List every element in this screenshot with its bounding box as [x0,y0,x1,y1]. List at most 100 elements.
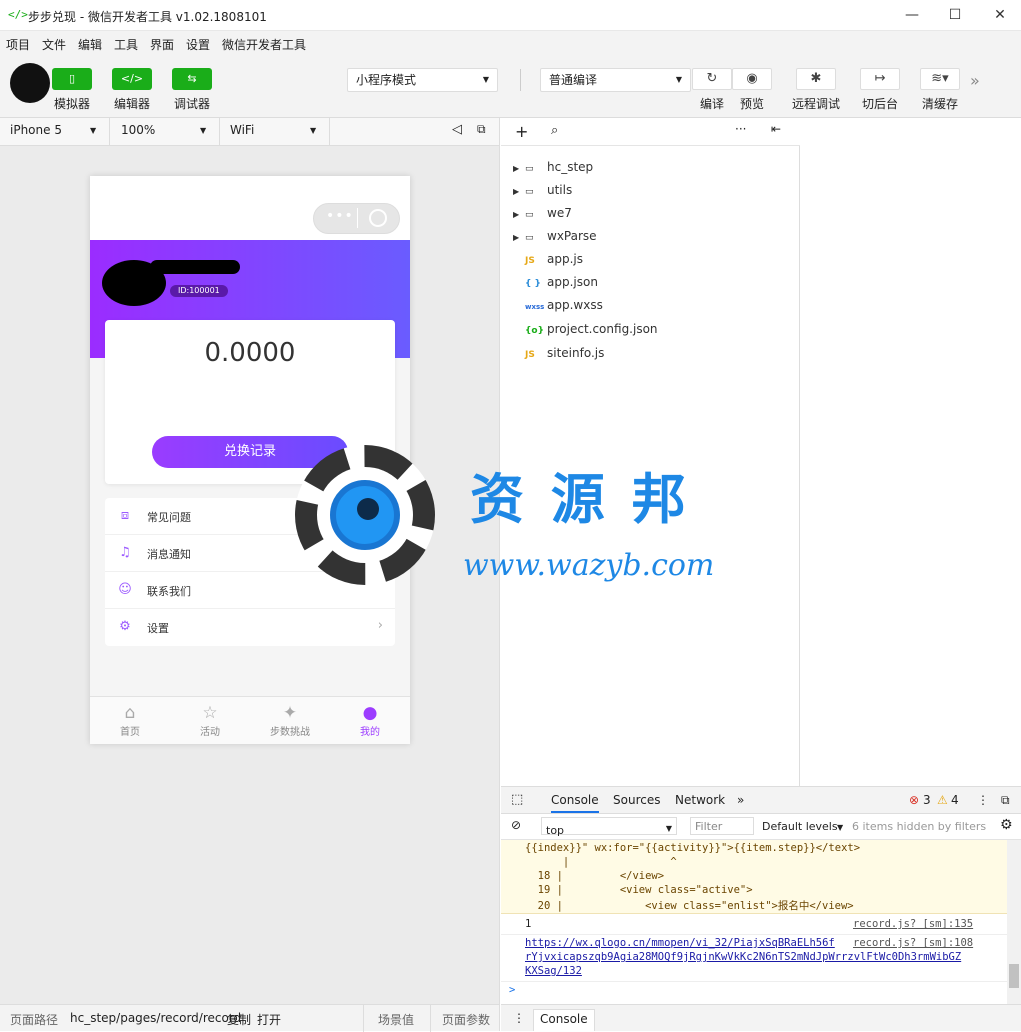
compile-button[interactable]: ↻ [692,68,732,90]
copy-link[interactable]: 复制 [227,1011,251,1028]
menu-item-project[interactable]: 项目 [6,36,30,53]
simulator-toggle-button[interactable]: ▯ [52,68,92,90]
compile-mode-select[interactable]: 普通编译 ▼ [540,68,691,92]
tree-item-file[interactable]: JS app.js [513,250,583,268]
log-url-line[interactable]: KXSag/132 [525,965,582,977]
console-scrollbar[interactable] [1007,840,1021,1004]
log-levels-select[interactable]: Default levels [762,820,838,833]
toolbar-more-icon[interactable]: » [970,71,980,90]
menu-item-view[interactable]: 界面 [150,36,174,53]
more-icon[interactable]: ··· [735,122,746,136]
tab-step-challenge[interactable]: ✦ 步数挑战 [250,697,330,744]
error-line: 18 | </view> [525,870,665,882]
tab-sources[interactable]: Sources [613,793,660,807]
menu-item-label: 联系我们 [147,585,191,598]
error-line: 20 | <view class="enlist">报名中</view> [525,900,854,912]
tree-item-folder[interactable]: ▶ ▭ hc_step [513,158,593,176]
close-mini-program-icon[interactable] [369,209,387,227]
more-tabs-icon[interactable]: » [737,793,744,807]
collapse-panel-icon[interactable]: ⇤ [771,122,781,136]
divider [109,118,110,146]
network-select[interactable]: WiFi [230,123,254,137]
tree-item-folder[interactable]: ▶ ▭ utils [513,181,572,199]
close-button[interactable]: ✕ [990,6,1010,24]
page-params-button[interactable]: 页面参数 [442,1011,490,1028]
drawer-menu-icon[interactable]: ⋮ [513,1011,525,1025]
context-select[interactable]: top ▼ [541,817,677,837]
log-url-line[interactable]: rYjvxicapszqb9Agia28MOQf9jRgjnKwVkKc2N6n… [525,951,961,963]
mute-icon[interactable]: ◁ [452,122,462,137]
compile-mode-value: 普通编译 [549,73,598,87]
add-file-icon[interactable]: + [515,122,528,141]
tab-console[interactable]: Console [551,793,599,813]
run-icon: ✦ [282,703,298,723]
tab-activity[interactable]: ☆ 活动 [170,697,250,744]
inspect-icon[interactable]: ⬚ [511,792,523,807]
file-name: app.json [547,275,598,289]
warning-count[interactable]: 4 [951,793,959,807]
background-button[interactable]: ↦ [860,68,900,90]
minimize-button[interactable]: — [902,6,922,24]
log-source-link[interactable]: record.js? [sm]:135 [853,918,973,930]
log-source-link[interactable]: record.js? [sm]:108 [853,937,973,949]
dock-icon[interactable]: ⧉ [1001,793,1010,808]
remote-debug-button[interactable]: ✱ [796,68,836,90]
console-settings-icon[interactable]: ⚙ [1000,817,1013,833]
folder-icon: ▭ [525,233,534,243]
tree-item-file[interactable]: JS siteinfo.js [513,344,604,362]
open-link[interactable]: 打开 [257,1011,281,1028]
folder-icon: ▭ [525,164,534,174]
search-icon[interactable]: ⌕ [551,123,558,138]
scene-value-button[interactable]: 场景值 [378,1011,414,1028]
pupil [357,498,379,520]
tab-mine[interactable]: ● 我的 [330,697,410,744]
clear-cache-button[interactable]: ≋▾ [920,68,960,90]
mode-select-value: 小程序模式 [356,73,417,87]
zoom-select[interactable]: 100% [121,123,155,137]
folder-icon: ▭ [525,210,534,220]
eye-icon: ◉ [746,71,758,86]
error-count[interactable]: 3 [923,793,931,807]
detach-window-icon[interactable]: ⧉ [477,122,486,137]
more-dots-icon[interactable]: ••• [326,208,354,224]
menu-item-settings[interactable]: ⚙ 设置 › [105,609,395,646]
error-icon: ⊗ [909,793,920,807]
menu-item-devtools[interactable]: 微信开发者工具 [222,36,306,53]
preview-button[interactable]: ◉ [732,68,772,90]
menu-item-tools[interactable]: 工具 [114,36,138,53]
tree-item-file[interactable]: { } app.json [513,273,598,291]
user-id-badge: ID:100001 [170,285,228,297]
tab-home[interactable]: ⌂ 首页 [90,697,170,744]
tab-label: 首页 [120,727,140,738]
editor-toggle-button[interactable]: </> [112,68,152,90]
tree-item-file[interactable]: {o} project.config.json [513,320,658,338]
star-icon: ☆ [202,703,218,723]
drawer-tab-console[interactable]: Console [533,1009,595,1031]
device-select[interactable]: iPhone 5 [10,123,62,137]
file-tree-toolbar: + ⌕ ··· ⇤ [501,118,800,146]
filter-input[interactable]: Filter [690,817,754,835]
tab-network[interactable]: Network [675,793,725,807]
file-name: wxParse [547,229,597,243]
tree-item-folder[interactable]: ▶ ▭ wxParse [513,227,597,245]
console-prompt[interactable]: > [509,984,515,996]
menu-item-file[interactable]: 文件 [42,36,66,53]
kebab-menu-icon[interactable]: ⋮ [977,793,989,807]
clear-console-icon[interactable]: ⊘ [511,818,521,832]
title-bar: </> 步步兑现 - 微信开发者工具 v1.02.1808101 — ☐ ✕ [0,0,1021,31]
avatar[interactable] [10,63,50,103]
log-url-line[interactable]: https://wx.qlogo.cn/mmopen/vi_32/PiajxSq… [525,937,835,949]
menu-item-edit[interactable]: 编辑 [78,36,102,53]
menu-item-settings[interactable]: 设置 [186,36,210,53]
tab-label: 活动 [200,727,220,738]
debugger-toggle-button[interactable]: ⇆ [172,68,212,90]
faq-icon: ⧈ [120,508,130,523]
editor-pane [800,118,1021,786]
tab-label: 步数挑战 [270,727,310,738]
mode-select[interactable]: 小程序模式 ▼ [347,68,498,92]
scrollbar-thumb[interactable] [1009,964,1019,988]
tree-item-file[interactable]: wxss app.wxss [513,296,603,314]
maximize-button[interactable]: ☐ [945,6,965,24]
tree-item-folder[interactable]: ▶ ▭ we7 [513,204,572,222]
capsule-button[interactable]: ••• [313,203,400,234]
